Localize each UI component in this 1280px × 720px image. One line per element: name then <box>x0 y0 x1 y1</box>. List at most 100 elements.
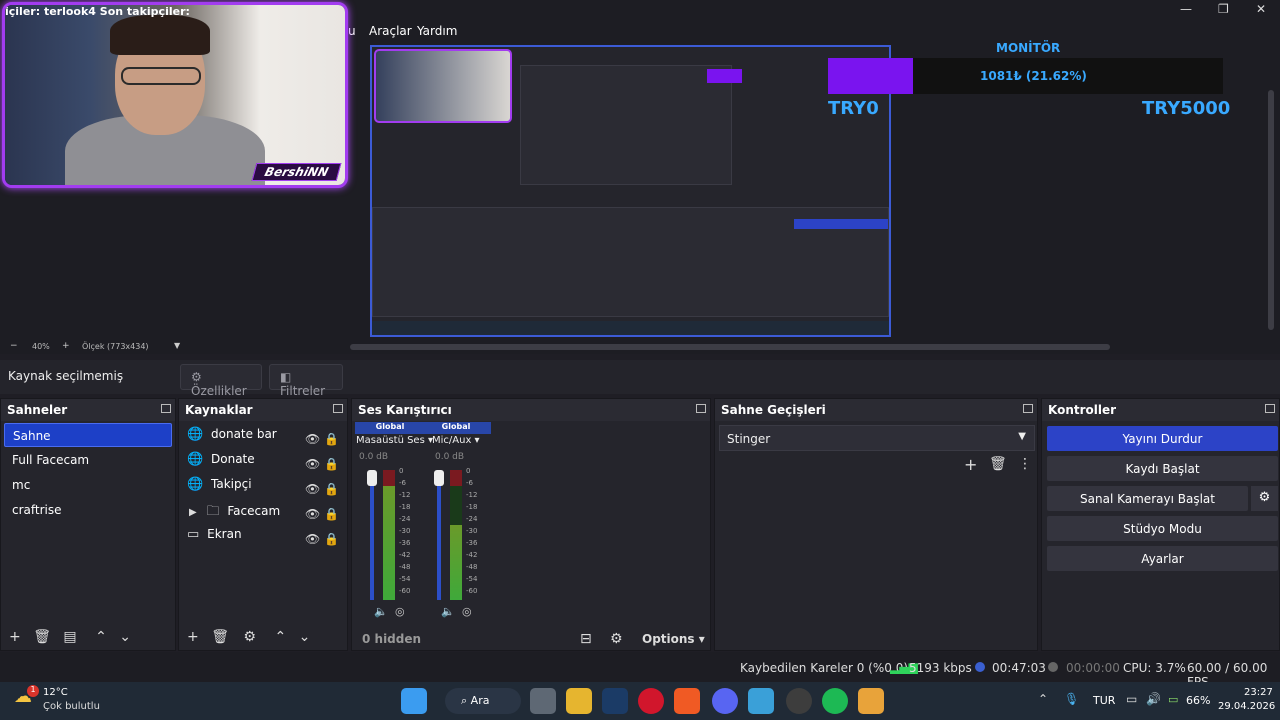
file-explorer-icon[interactable] <box>566 688 592 714</box>
stop-streaming-button[interactable]: Yayını Durdur <box>1047 426 1278 451</box>
transition-select[interactable]: Stinger ▼ <box>719 425 1035 451</box>
volume-slider-track[interactable] <box>437 470 441 600</box>
volume-slider-handle[interactable] <box>434 470 444 486</box>
advanced-audio-icon[interactable]: ⚙ <box>610 631 623 647</box>
source-row[interactable]: 🌐 Donate <box>187 452 255 477</box>
menu-item-help[interactable]: Yardım <box>417 24 457 38</box>
visibility-eye-icon[interactable]: 👁 🔒 <box>305 527 339 552</box>
move-up-icon[interactable]: ⌃ <box>274 629 286 645</box>
add-transition-icon[interactable]: + <box>964 455 977 474</box>
scene-item[interactable]: craftrise <box>4 498 172 522</box>
clock-date[interactable]: 29.04.2026 <box>1218 701 1275 712</box>
spotify-icon[interactable] <box>822 688 848 714</box>
float-dock-icon[interactable] <box>1023 404 1033 413</box>
visibility-eye-icon[interactable]: 👁 🔒 <box>305 502 339 527</box>
monitor-audio-icon[interactable]: ◎ <box>395 605 405 618</box>
lock-icon[interactable]: 🔒 <box>324 457 339 471</box>
source-row[interactable]: ▶ 🗀 Facecam <box>189 502 280 527</box>
channel-name[interactable]: Masaüstü Ses ▾ <box>356 435 433 446</box>
virtual-camera-settings-icon[interactable]: ⚙ <box>1251 486 1278 511</box>
source-name: donate bar <box>211 427 277 441</box>
globe-icon: 🌐 <box>187 477 204 492</box>
network-icon[interactable]: ▭ <box>1126 692 1137 706</box>
source-row[interactable]: 🌐 donate bar <box>187 427 277 452</box>
brave-icon[interactable] <box>674 688 700 714</box>
discord-icon[interactable] <box>712 688 738 714</box>
move-down-icon[interactable]: ⌄ <box>299 629 311 645</box>
properties-button[interactable]: ⚙ Özellikler <box>180 364 262 398</box>
add-source-icon[interactable]: + <box>187 629 199 645</box>
channel-name[interactable]: Mic/Aux ▾ <box>432 435 480 446</box>
volume-slider-handle[interactable] <box>367 470 377 486</box>
speaker-icon[interactable]: 🔈 <box>374 605 388 618</box>
task-view-icon[interactable] <box>530 688 556 714</box>
scene-item[interactable]: mc <box>4 473 172 497</box>
steam-icon[interactable] <box>602 688 628 714</box>
battery-icon[interactable]: ▭ <box>1168 693 1178 706</box>
monitor-audio-icon[interactable]: ◎ <box>462 605 472 618</box>
volume-icon[interactable]: 🔊 <box>1146 692 1161 706</box>
visibility-eye-icon[interactable]: 👁 🔒 <box>305 477 339 502</box>
float-dock-icon[interactable] <box>161 404 171 413</box>
options-button[interactable]: Options ▾ <box>642 632 705 646</box>
start-virtual-camera-button[interactable]: Sanal Kamerayı Başlat <box>1047 486 1248 511</box>
minimize-button[interactable]: — <box>1180 2 1192 16</box>
game-icon[interactable] <box>858 688 884 714</box>
menu-item-partial[interactable]: u <box>348 24 356 38</box>
studio-mode-button[interactable]: Stüdyo Modu <box>1047 516 1278 541</box>
source-properties-icon[interactable]: ⚙ <box>243 629 256 645</box>
zoom-out-button[interactable]: − <box>10 341 18 351</box>
filters-button[interactable]: ◧ Filtreler <box>269 364 343 398</box>
lock-icon[interactable]: 🔒 <box>324 532 339 546</box>
float-dock-icon[interactable] <box>696 404 706 413</box>
float-dock-icon[interactable] <box>333 404 343 413</box>
obs-icon[interactable] <box>786 688 812 714</box>
speaker-icon[interactable]: 🔈 <box>441 605 455 618</box>
close-button[interactable]: ✕ <box>1256 2 1266 16</box>
app-icon[interactable] <box>748 688 774 714</box>
source-row[interactable]: ▭ Ekran <box>187 527 242 552</box>
delete-scene-icon[interactable]: 🗑 <box>33 629 51 645</box>
chevron-up-icon[interactable]: ⌃ <box>1038 692 1048 706</box>
zoom-in-button[interactable]: + <box>62 341 70 351</box>
maximize-button[interactable]: ❐ <box>1218 2 1229 16</box>
language-indicator[interactable]: TUR <box>1093 694 1115 707</box>
volume-slider-track[interactable] <box>370 470 374 600</box>
lock-icon[interactable]: 🔒 <box>324 507 339 521</box>
scene-filter-icon[interactable]: ▤ <box>63 629 76 645</box>
clock-time[interactable]: 23:27 <box>1244 687 1273 698</box>
move-down-icon[interactable]: ⌄ <box>119 629 131 645</box>
preview-vertical-scrollbar[interactable] <box>1268 90 1274 330</box>
visibility-eye-icon[interactable]: 👁 🔒 <box>305 452 339 477</box>
float-dock-icon[interactable] <box>1265 404 1275 413</box>
expand-icon[interactable]: ▶ <box>189 507 197 518</box>
settings-button[interactable]: Ayarlar <box>1047 546 1278 571</box>
delete-source-icon[interactable]: 🗑 <box>211 629 229 645</box>
visibility-eye-icon[interactable]: 👁 🔒 <box>305 427 339 452</box>
add-scene-icon[interactable]: + <box>9 629 21 645</box>
chevron-down-icon: ▼ <box>1018 431 1026 442</box>
microphone-icon[interactable]: 🎙 <box>1064 692 1079 706</box>
scene-item[interactable]: Sahne <box>4 423 172 447</box>
source-name: Donate <box>211 452 255 466</box>
lock-icon[interactable]: 🔒 <box>324 482 339 496</box>
screen-capture-source[interactable] <box>370 45 891 337</box>
nested-monitor-fill <box>707 69 742 83</box>
windows-start-icon[interactable] <box>401 688 427 714</box>
scene-item[interactable]: Full Facecam <box>4 448 172 472</box>
preview-horizontal-scrollbar[interactable] <box>350 344 1110 350</box>
menu-item-tools[interactable]: Araçlar <box>369 24 412 38</box>
meter-scale-label: -30 <box>466 527 478 535</box>
transition-menu-icon[interactable]: ⋮ <box>1018 456 1032 472</box>
meter-scale-label: -48 <box>466 563 478 571</box>
delete-transition-icon[interactable]: 🗑 <box>989 456 1007 472</box>
start-recording-button[interactable]: Kaydı Başlat <box>1047 456 1278 481</box>
taskbar-search[interactable]: ⌕ Ara <box>445 688 521 714</box>
source-row[interactable]: 🌐 Takipçi <box>187 477 252 502</box>
scale-label: Ölçek (773x434) <box>82 342 149 351</box>
opera-icon[interactable] <box>638 688 664 714</box>
layout-toggle-icon[interactable]: ⊟ <box>580 631 592 647</box>
scale-dropdown-icon[interactable]: ▼ <box>174 341 180 350</box>
move-up-icon[interactable]: ⌃ <box>95 629 107 645</box>
lock-icon[interactable]: 🔒 <box>324 432 339 446</box>
